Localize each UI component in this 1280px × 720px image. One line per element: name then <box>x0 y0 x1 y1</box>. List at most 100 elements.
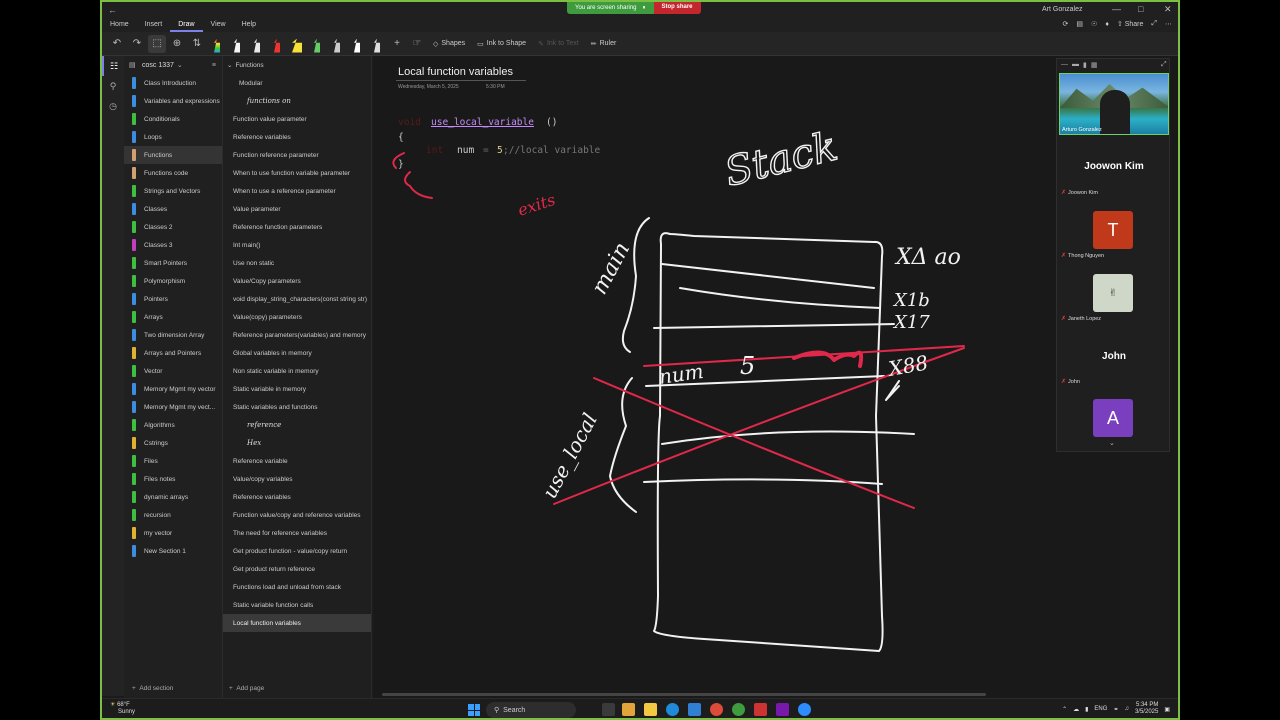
store-icon[interactable] <box>688 703 701 716</box>
clock[interactable]: 5:34 PM 3/5/2025 <box>1135 702 1158 716</box>
page-item[interactable]: Int main() <box>223 236 371 254</box>
bell-icon[interactable]: ♦ <box>1105 21 1109 28</box>
section-item[interactable]: Vector <box>124 362 222 380</box>
gallery-view-icon[interactable]: ▦ <box>1091 61 1098 69</box>
page-item[interactable]: Function reference parameter <box>223 146 371 164</box>
widgets-icon[interactable] <box>622 703 635 716</box>
section-item[interactable]: Polymorphism <box>124 272 222 290</box>
page-item[interactable]: When to use a reference parameter <box>223 182 371 200</box>
host-video-tile[interactable]: Arturo Gonzalez <box>1059 73 1169 135</box>
section-item[interactable]: Loops <box>124 128 222 146</box>
language-indicator[interactable]: ENG <box>1094 706 1107 712</box>
start-button[interactable] <box>468 704 480 716</box>
pen-white[interactable] <box>228 35 246 53</box>
page-item[interactable]: Get product return reference <box>223 560 371 578</box>
maximize-icon[interactable]: □ <box>1138 4 1143 14</box>
page-item[interactable]: reference <box>223 416 371 434</box>
section-item[interactable]: Files <box>124 452 222 470</box>
highlighter-yellow[interactable] <box>288 35 306 53</box>
participant-photo[interactable]: ✌ <box>1093 274 1133 312</box>
zoom-icon[interactable] <box>798 703 811 716</box>
lasso-select-icon[interactable]: ⬚ <box>148 34 166 53</box>
page-item[interactable]: Get product function - value/copy return <box>223 542 371 560</box>
ink-to-text-button[interactable]: ✎ Ink to Text <box>533 40 584 48</box>
page-item[interactable]: Reference variables <box>223 488 371 506</box>
section-item[interactable]: Memory Mgmt my vect... <box>124 398 222 416</box>
pen-white-3[interactable] <box>348 35 366 53</box>
weather-widget[interactable]: ☀ 68°F Sunny <box>110 702 135 716</box>
page-item[interactable]: Static variable function calls <box>223 596 371 614</box>
chevron-down-icon[interactable]: ⌄ <box>1109 439 1115 447</box>
pen-red[interactable] <box>268 35 286 53</box>
lightbulb-icon[interactable]: ☉ <box>1091 20 1097 28</box>
section-item[interactable]: Files notes <box>124 470 222 488</box>
page-item[interactable]: Functions load and unload from stack <box>223 578 371 596</box>
section-item[interactable]: Class Introduction <box>124 74 222 92</box>
section-item[interactable]: Variables and expressions <box>124 92 222 110</box>
add-space-icon[interactable]: ⊕ <box>168 35 186 53</box>
page-item[interactable]: void display_string_characters(const str… <box>223 290 371 308</box>
pages-icon[interactable]: ▤ <box>1076 20 1083 28</box>
page-item[interactable]: Static variable in memory <box>223 380 371 398</box>
section-item[interactable]: Arrays and Pointers <box>124 344 222 362</box>
tab-insert[interactable]: Insert <box>137 18 171 32</box>
volume-icon[interactable]: ♫ <box>1124 706 1129 712</box>
back-arrow-icon[interactable]: ← <box>108 5 117 15</box>
page-item[interactable]: Hex <box>223 434 371 452</box>
section-item[interactable]: Smart Pointers <box>124 254 222 272</box>
tab-home[interactable]: Home <box>102 18 137 32</box>
page-item[interactable]: Reference parameters(variables) and memo… <box>223 326 371 344</box>
touch-draw-icon[interactable]: ☞ <box>408 35 426 53</box>
more-options-icon[interactable]: ⋯ <box>1165 20 1172 28</box>
section-item[interactable]: Classes 2 <box>124 218 222 236</box>
tab-help[interactable]: Help <box>234 18 264 32</box>
minimize-video-icon[interactable]: — <box>1061 61 1068 69</box>
section-item[interactable]: Algorithms <box>124 416 222 434</box>
sort-icon[interactable]: ≡ <box>212 62 216 69</box>
add-page-button[interactable]: + Add page <box>229 685 264 692</box>
section-item[interactable]: Functions <box>124 146 222 164</box>
chrome-icon[interactable] <box>710 703 723 716</box>
onedrive-icon[interactable]: ☁ <box>1073 706 1079 713</box>
page-item[interactable]: Reference variable <box>223 452 371 470</box>
pen-white-4[interactable] <box>368 35 386 53</box>
section-item[interactable]: Conditionals <box>124 110 222 128</box>
section-item[interactable]: Two dimension Array <box>124 326 222 344</box>
section-item[interactable]: my vector <box>124 524 222 542</box>
page-item[interactable]: Use non static <box>223 254 371 272</box>
app-icon[interactable] <box>754 703 767 716</box>
page-item[interactable]: Function value/copy and reference variab… <box>223 506 371 524</box>
battery-icon[interactable]: ▮ <box>1085 706 1088 713</box>
section-item[interactable]: Pointers <box>124 290 222 308</box>
page-item[interactable]: functions on <box>223 92 371 110</box>
task-view-icon[interactable] <box>602 703 615 716</box>
page-group[interactable]: ⌄ Functions <box>223 56 371 74</box>
close-icon[interactable]: ✕ <box>1164 4 1172 15</box>
section-item[interactable]: dynamic arrays <box>124 488 222 506</box>
strip-view-icon[interactable]: ▮ <box>1083 61 1087 69</box>
page-canvas[interactable]: Local function variables Wednesday, Marc… <box>374 56 1054 698</box>
onenote-icon[interactable] <box>776 703 789 716</box>
account-name[interactable]: Art Gonzalez <box>1042 6 1082 13</box>
participant-avatar[interactable]: A <box>1093 399 1133 437</box>
tab-view[interactable]: View <box>203 18 234 32</box>
file-explorer-icon[interactable] <box>644 703 657 716</box>
page-item[interactable]: Static variables and functions <box>223 398 371 416</box>
stop-share-button[interactable]: Stop share <box>653 2 701 14</box>
fullscreen-icon[interactable]: ⤢ <box>1161 61 1167 69</box>
tab-draw[interactable]: Draw <box>170 18 203 32</box>
page-item[interactable]: When to use function variable parameter <box>223 164 371 182</box>
page-item[interactable]: Reference function parameters <box>223 218 371 236</box>
section-item[interactable]: Cstrings <box>124 434 222 452</box>
add-section-button[interactable]: + Add section <box>132 685 173 692</box>
expand-icon[interactable]: ⤢ <box>1151 20 1157 28</box>
page-item[interactable]: Value/copy variables <box>223 470 371 488</box>
section-item[interactable]: New Section 1 <box>124 542 222 560</box>
section-item[interactable]: Classes 3 <box>124 236 222 254</box>
undo-icon[interactable]: ↶ <box>108 35 126 53</box>
chrome-alt-icon[interactable] <box>732 703 745 716</box>
section-item[interactable]: recursion <box>124 506 222 524</box>
page-item[interactable]: Value(copy) parameters <box>223 308 371 326</box>
shapes-button[interactable]: ◇ Shapes <box>428 40 470 48</box>
pen-white-2[interactable] <box>248 35 266 53</box>
